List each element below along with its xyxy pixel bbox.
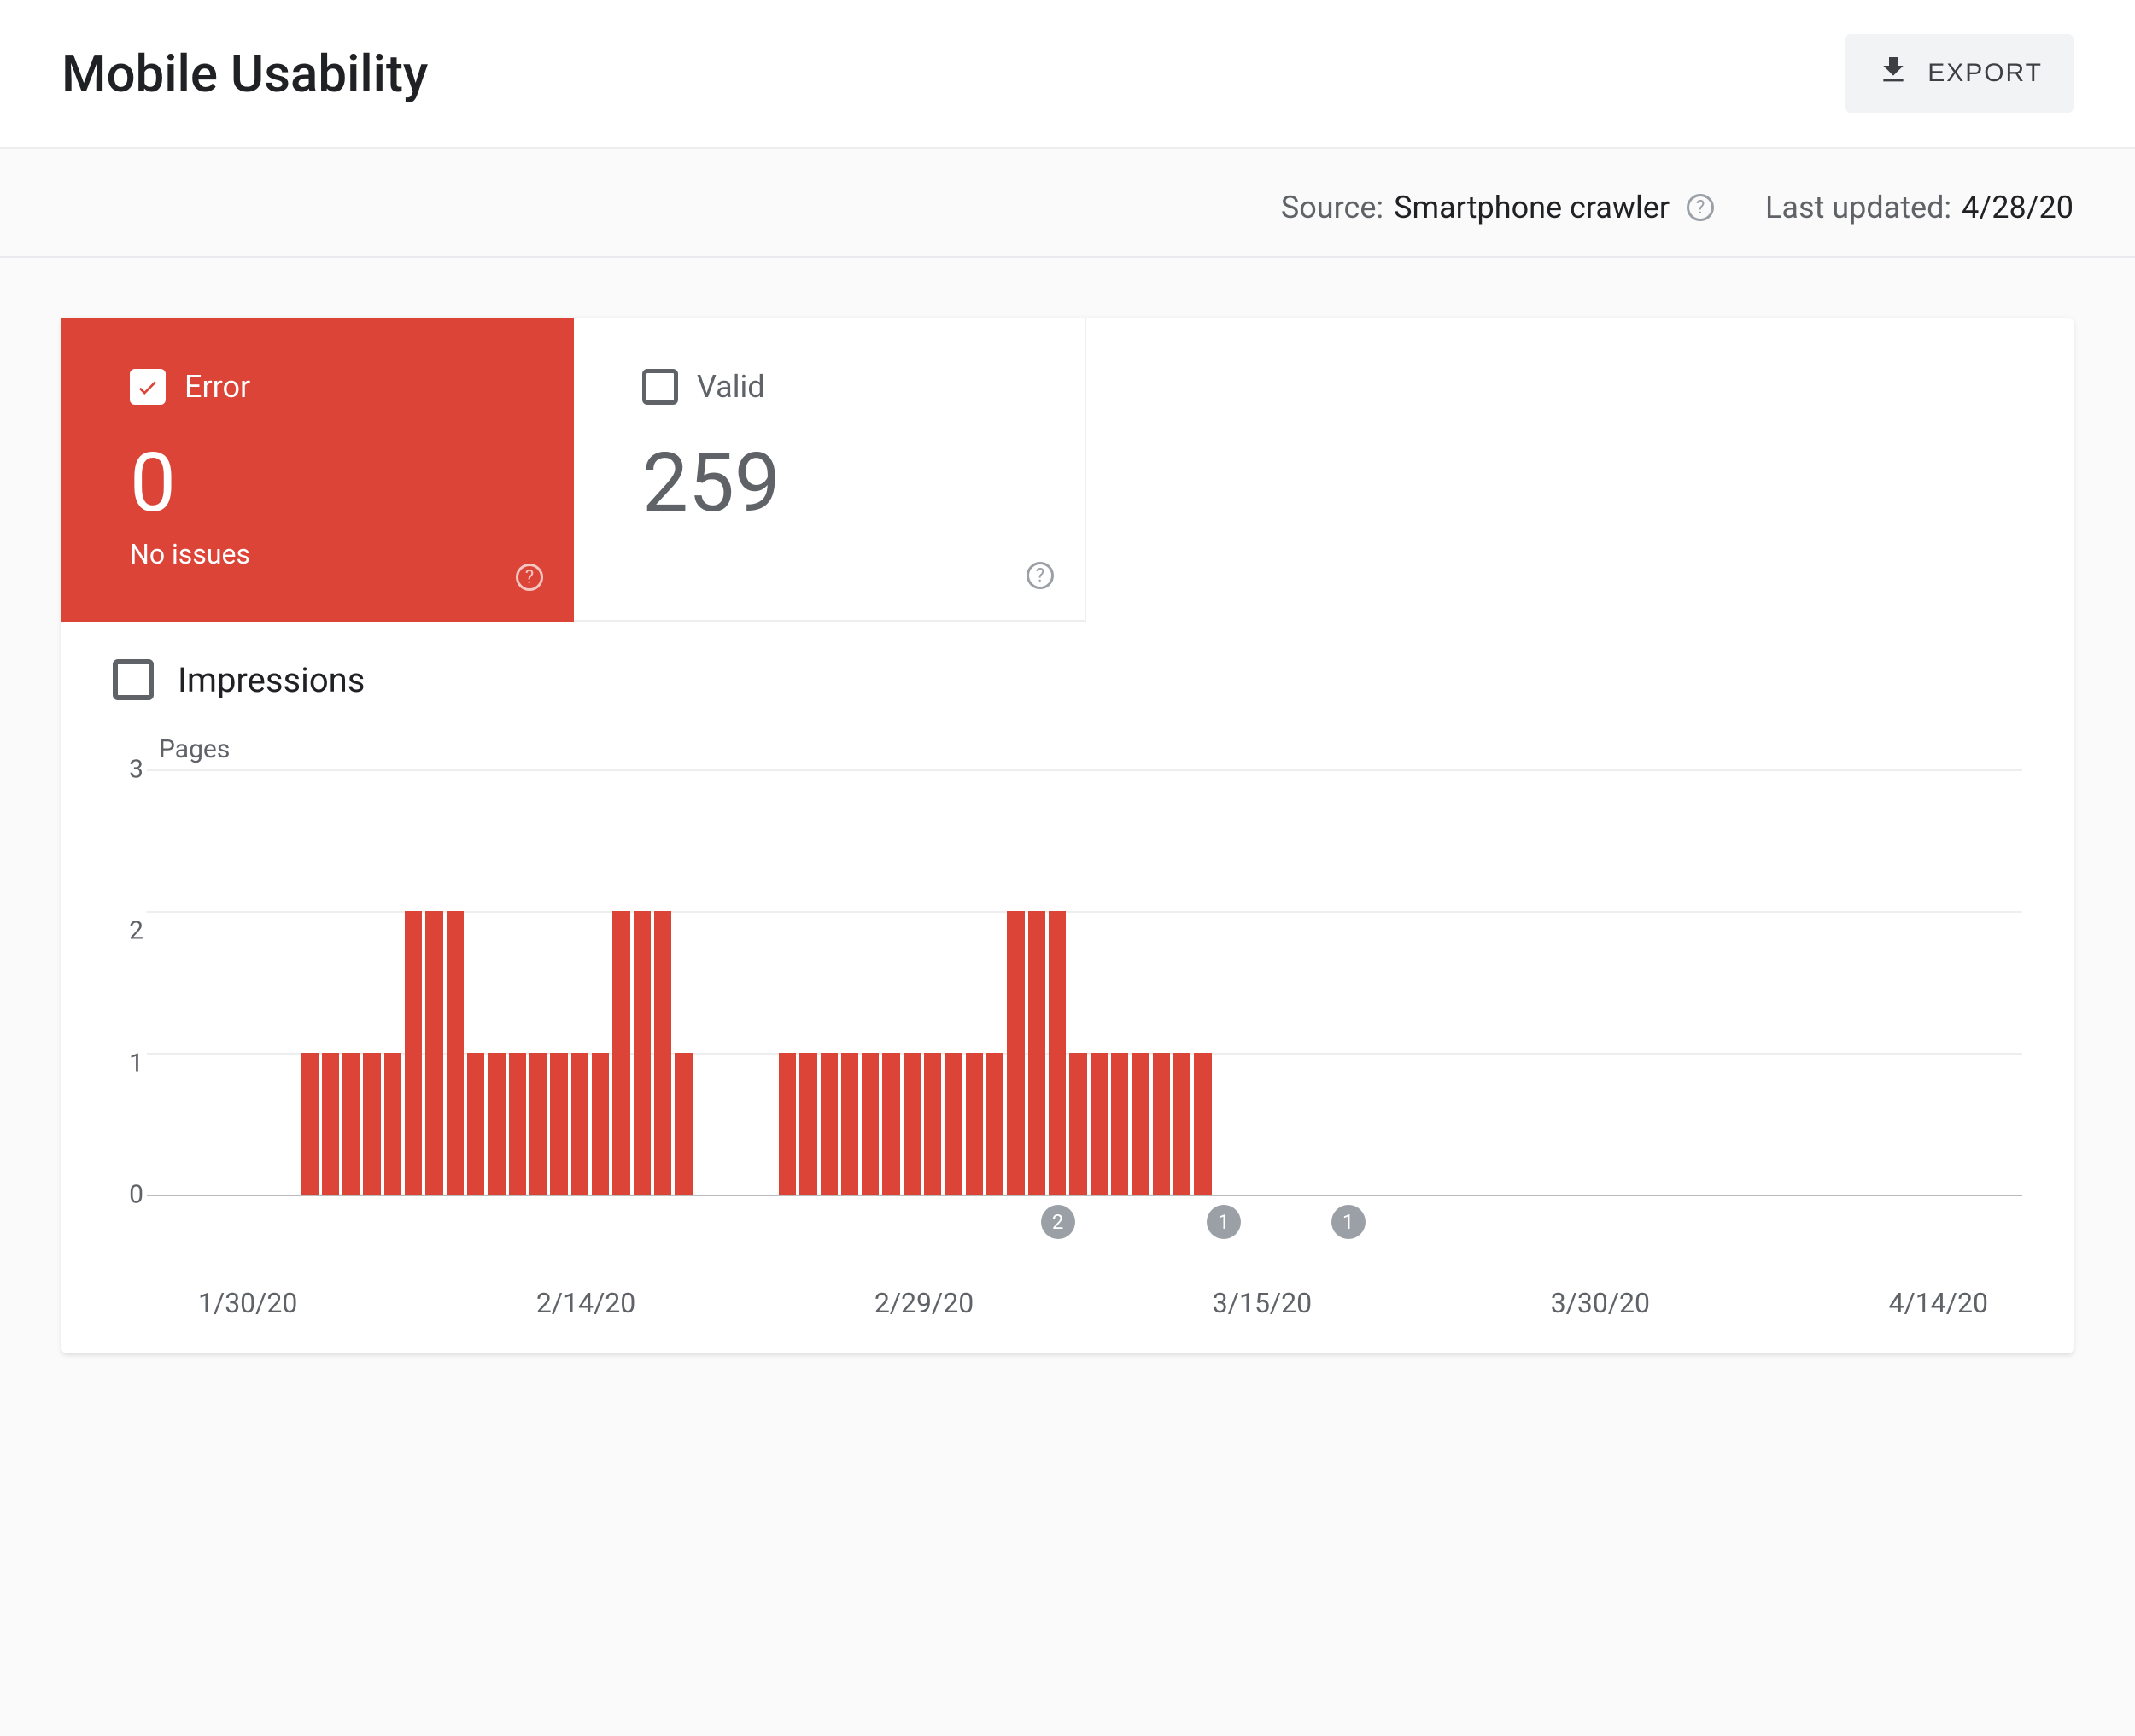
help-icon[interactable]: ?	[1027, 562, 1054, 589]
bar[interactable]	[986, 1053, 1003, 1195]
bar[interactable]	[841, 1053, 858, 1195]
bar[interactable]	[1028, 911, 1045, 1195]
bar[interactable]	[488, 1053, 505, 1195]
bar[interactable]	[322, 1053, 339, 1195]
page-title: Mobile Usability	[61, 44, 428, 104]
checkbox-icon	[642, 369, 678, 405]
event-marker[interactable]: 2	[1041, 1205, 1075, 1239]
tab-error-value: 0	[130, 435, 506, 531]
bar[interactable]	[675, 1053, 692, 1195]
bar[interactable]	[1153, 1053, 1170, 1195]
bar[interactable]	[1049, 911, 1066, 1195]
bars	[147, 769, 2022, 1195]
bar[interactable]	[924, 1053, 941, 1195]
bar[interactable]	[467, 1053, 484, 1195]
x-tick: 3/30/20	[1551, 1287, 1650, 1319]
meta-bar: Source: Smartphone crawler ? Last update…	[0, 149, 2135, 258]
bar[interactable]	[1091, 1053, 1108, 1195]
y-axis: 3210	[92, 769, 143, 1195]
checkbox-icon	[113, 659, 154, 700]
chart-markers: 2 1 1	[155, 1205, 2022, 1256]
chart-plot: 3210	[147, 769, 2022, 1196]
bar[interactable]	[405, 911, 422, 1195]
bar[interactable]	[384, 1053, 401, 1195]
chart: Pages 3210 211 1/30/202/14/202/29/203/15…	[61, 709, 2074, 1319]
y-tick: 2	[92, 916, 143, 946]
bar[interactable]	[342, 1053, 360, 1195]
y-tick: 3	[92, 755, 143, 785]
bar[interactable]	[425, 911, 442, 1195]
checkbox-checked-icon	[130, 369, 166, 405]
bar[interactable]	[1173, 1053, 1190, 1195]
report-card: Error 0 No issues ? Valid 259 ? Impressi…	[61, 318, 2074, 1353]
bar[interactable]	[634, 911, 651, 1195]
bar[interactable]	[821, 1053, 838, 1195]
x-tick: 4/14/20	[1889, 1287, 1988, 1319]
y-tick: 0	[92, 1179, 143, 1209]
bar[interactable]	[363, 1053, 380, 1195]
help-icon[interactable]: ?	[516, 564, 543, 591]
bar[interactable]	[862, 1053, 879, 1195]
tab-error-label: Error	[184, 369, 250, 405]
bar[interactable]	[1069, 1053, 1086, 1195]
bar[interactable]	[1111, 1053, 1128, 1195]
status-tabs: Error 0 No issues ? Valid 259 ?	[61, 318, 2074, 622]
bar[interactable]	[799, 1053, 816, 1195]
source-label: Source:	[1281, 190, 1383, 225]
bar[interactable]	[1194, 1053, 1211, 1195]
chart-y-label: Pages	[159, 734, 2022, 764]
tab-error-sub: No issues	[130, 538, 506, 570]
source-value: Smartphone crawler	[1394, 190, 1670, 225]
help-icon[interactable]: ?	[1687, 194, 1714, 221]
bar[interactable]	[654, 911, 671, 1195]
bar[interactable]	[945, 1053, 962, 1195]
bar[interactable]	[966, 1053, 983, 1195]
bar[interactable]	[882, 1053, 899, 1195]
x-tick: 2/14/20	[536, 1287, 635, 1319]
x-tick: 2/29/20	[874, 1287, 974, 1319]
export-button[interactable]: EXPORT	[1845, 34, 2074, 113]
header: Mobile Usability EXPORT	[0, 0, 2135, 149]
source-meta: Source: Smartphone crawler ?	[1281, 190, 1714, 225]
bar[interactable]	[592, 1053, 609, 1195]
bar[interactable]	[1007, 911, 1024, 1195]
y-tick: 1	[92, 1048, 143, 1078]
tab-error[interactable]: Error 0 No issues ?	[61, 318, 574, 622]
tab-valid-label: Valid	[697, 369, 765, 405]
impressions-label: Impressions	[178, 660, 365, 700]
export-label: EXPORT	[1927, 59, 2043, 88]
tab-valid[interactable]: Valid 259 ?	[574, 318, 1086, 622]
x-axis: 1/30/20 2/14/20 2/29/20 3/15/20 3/30/20 4/14/…	[147, 1256, 2022, 1319]
impressions-toggle[interactable]: Impressions	[61, 622, 2074, 709]
x-tick: 3/15/20	[1213, 1287, 1312, 1319]
bar[interactable]	[904, 1053, 921, 1195]
bar[interactable]	[1132, 1053, 1149, 1195]
updated-label: Last updated:	[1765, 190, 1951, 225]
x-tick: 1/30/20	[198, 1287, 297, 1319]
bar[interactable]	[447, 911, 464, 1195]
bar[interactable]	[509, 1053, 526, 1195]
bar[interactable]	[301, 1053, 318, 1195]
event-marker[interactable]: 1	[1207, 1205, 1241, 1239]
bar[interactable]	[529, 1053, 547, 1195]
event-marker[interactable]: 1	[1331, 1205, 1366, 1239]
updated-value: 4/28/20	[1962, 190, 2074, 225]
bar[interactable]	[779, 1053, 796, 1195]
bar[interactable]	[550, 1053, 567, 1195]
tab-valid-value: 259	[642, 435, 1016, 531]
download-icon	[1876, 53, 1910, 94]
updated-meta: Last updated: 4/28/20	[1765, 190, 2074, 225]
bar[interactable]	[571, 1053, 588, 1195]
bar[interactable]	[612, 911, 629, 1195]
